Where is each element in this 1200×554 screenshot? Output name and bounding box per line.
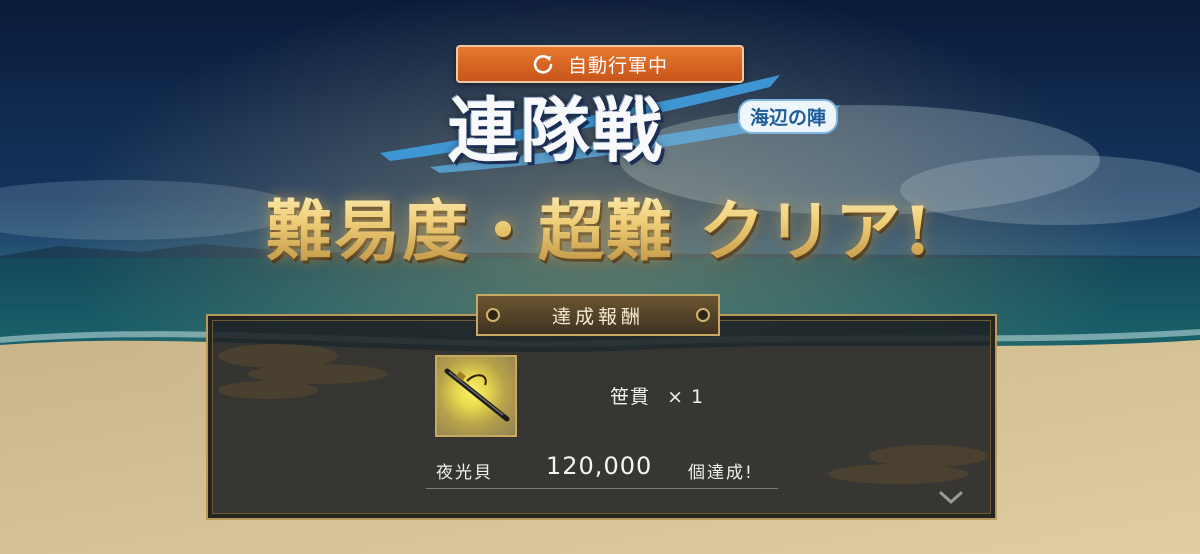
ornament-icon — [486, 308, 500, 322]
achievement-suffix: 個達成! — [688, 463, 754, 483]
ornament-icon — [696, 308, 710, 322]
achievement-value: 120,000 — [546, 452, 653, 480]
chevron-down-icon[interactable] — [938, 490, 964, 506]
reward-item-name: 笹貫 — [610, 386, 651, 408]
reward-panel-title: 達成報酬 — [551, 305, 644, 328]
reward-item-quantity: × 1 — [667, 386, 705, 408]
reward-panel-header: 達成報酬 — [476, 294, 720, 336]
event-title: 連隊戦 — [448, 89, 664, 172]
reward-panel — [206, 314, 997, 520]
event-subtitle: 海辺の陣 — [738, 99, 839, 134]
reward-item: 笹貫 × 1 — [610, 382, 704, 409]
achievement-label: 夜光貝 — [436, 463, 493, 483]
achievement-row: 夜光貝 120,000 個達成! — [426, 452, 778, 489]
auto-march-label: 自動行軍中 — [567, 54, 668, 77]
clear-message: 難易度・超難 クリア! — [0, 178, 1200, 274]
event-title-logo: 連隊戦 海辺の陣 — [370, 75, 870, 175]
katana-icon — [435, 355, 517, 437]
refresh-icon — [532, 53, 554, 75]
